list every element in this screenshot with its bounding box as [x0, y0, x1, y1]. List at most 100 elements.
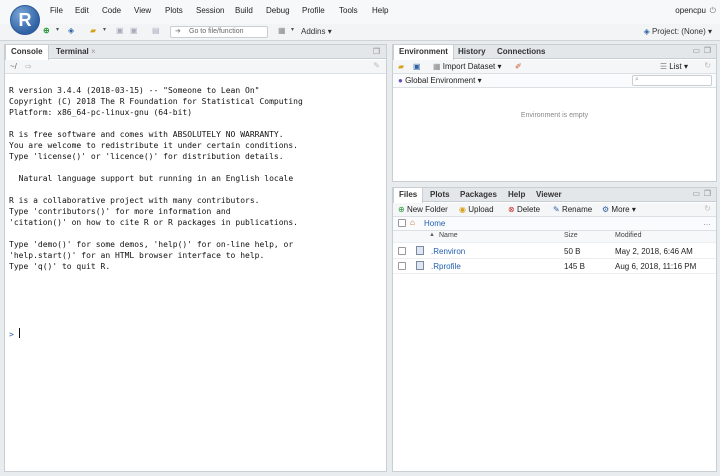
- menu-debug[interactable]: Debug: [266, 6, 290, 15]
- tab-packages[interactable]: Packages: [455, 188, 502, 202]
- environment-toolbar: ▰ ▣ ▦ Import Dataset ▾ ✐ ☰ List ▾ ↻: [393, 60, 716, 74]
- r-environment-icon: ●: [398, 76, 403, 85]
- import-dataset-button[interactable]: ▦ Import Dataset ▾: [433, 62, 502, 71]
- new-file-icon[interactable]: ⊕: [43, 26, 50, 35]
- new-project-icon[interactable]: ◈: [68, 26, 74, 35]
- column-name[interactable]: Name: [439, 232, 458, 239]
- new-folder-label: New Folder: [406, 205, 448, 214]
- console-path-bar: ~/ ⇨ ✎: [5, 60, 386, 74]
- upload-label: Upload: [468, 205, 494, 214]
- files-table-header: ▲ Name Size Modified: [393, 231, 716, 243]
- refresh-icon[interactable]: ↻: [704, 204, 711, 213]
- rename-button[interactable]: ✎ Rename: [553, 205, 592, 214]
- files-toolbar: ⊕ New Folder ◉ Upload ⊗ Delete ✎ Rename …: [393, 203, 716, 217]
- sort-asc-icon: ▲: [429, 232, 435, 238]
- addins-label: Addins: [301, 27, 326, 36]
- load-workspace-icon[interactable]: ▰: [398, 62, 404, 71]
- column-modified[interactable]: Modified: [615, 232, 641, 239]
- tab-environment[interactable]: Environment: [393, 45, 454, 60]
- project-label: Project: (None): [651, 27, 706, 36]
- tab-plots[interactable]: Plots: [425, 188, 455, 202]
- more-menu[interactable]: ⚙ More ▾: [602, 205, 636, 214]
- minimize-icon[interactable]: ▭: [692, 189, 700, 198]
- row-checkbox[interactable]: [398, 262, 406, 270]
- save-workspace-icon[interactable]: ▣: [413, 62, 421, 71]
- scope-menu[interactable]: ● Global Environment ▾: [398, 76, 482, 85]
- project-menu[interactable]: ◈ Project: (None) ▾: [644, 27, 712, 36]
- open-file-icon[interactable]: ▰: [90, 26, 96, 35]
- row-checkbox[interactable]: [398, 247, 406, 255]
- file-icon: [416, 246, 424, 255]
- environment-tabbar: Environment History Connections ▭ ❐: [393, 45, 716, 60]
- home-icon[interactable]: ⌂: [410, 218, 415, 227]
- delete-label: Delete: [516, 205, 541, 214]
- menu-tools[interactable]: Tools: [339, 6, 358, 15]
- goto-arrow-icon: ➜: [175, 28, 181, 35]
- maximize-icon[interactable]: ❐: [704, 46, 711, 55]
- menu-edit[interactable]: Edit: [75, 6, 89, 15]
- maximize-icon[interactable]: ❐: [373, 47, 380, 56]
- table-row: .Rprofile 145 B Aug 6, 2018, 11:16 PM: [393, 259, 716, 274]
- tab-files[interactable]: Files: [393, 188, 424, 203]
- delete-button[interactable]: ⊗ Delete: [508, 205, 540, 214]
- chevron-down-icon[interactable]: ▾: [103, 26, 106, 33]
- breadcrumb-home[interactable]: Home: [424, 219, 445, 228]
- files-pane: Files Plots Packages Help Viewer ▭ ❐ ⊕ N…: [392, 187, 717, 472]
- console-tabbar: Console Terminal × ❐: [5, 45, 386, 60]
- select-all-checkbox[interactable]: [398, 219, 406, 227]
- goto-placeholder: Go to file/function: [189, 28, 244, 35]
- tab-console[interactable]: Console: [5, 45, 49, 60]
- new-folder-button[interactable]: ⊕ New Folder: [398, 205, 448, 214]
- file-icon: [416, 261, 424, 270]
- chevron-down-icon[interactable]: ▾: [56, 26, 59, 33]
- console-output: R version 3.4.4 (2018-03-15) -- "Someone…: [9, 86, 303, 271]
- clear-console-icon[interactable]: ✎: [373, 61, 380, 70]
- tab-viewer[interactable]: Viewer: [531, 188, 567, 202]
- chevron-down-icon[interactable]: ▾: [291, 26, 294, 33]
- goto-dir-icon[interactable]: ⇨: [25, 62, 32, 71]
- menu-file[interactable]: File: [50, 6, 63, 15]
- view-mode-menu[interactable]: ☰ List ▾: [660, 62, 688, 71]
- console-cursor[interactable]: [19, 328, 20, 338]
- table-icon: ▦: [433, 62, 441, 71]
- menu-session[interactable]: Session: [196, 6, 224, 15]
- sign-out-icon[interactable]: ⏻: [710, 6, 716, 16]
- tab-history[interactable]: History: [453, 45, 491, 59]
- rstudio-logo-icon: R: [10, 5, 40, 35]
- column-size[interactable]: Size: [564, 232, 578, 239]
- goto-file-input[interactable]: ➜ Go to file/function: [170, 26, 268, 38]
- tab-connections[interactable]: Connections: [492, 45, 550, 59]
- console-pane: Console Terminal × ❐ ~/ ⇨ ✎ R version 3.…: [4, 44, 387, 472]
- upload-button[interactable]: ◉ Upload: [459, 205, 494, 214]
- files-tabbar: Files Plots Packages Help Viewer ▭ ❐: [393, 188, 716, 203]
- broom-icon[interactable]: ✐: [515, 62, 522, 71]
- minimize-icon[interactable]: ▭: [692, 46, 700, 55]
- menu-code[interactable]: Code: [102, 6, 121, 15]
- print-icon[interactable]: ▤: [152, 26, 160, 35]
- file-name[interactable]: .Renviron: [431, 247, 465, 256]
- more-label: More: [611, 205, 630, 214]
- addins-menu[interactable]: Addins ▾: [301, 27, 332, 36]
- menu-build[interactable]: Build: [235, 6, 253, 15]
- save-icon[interactable]: ▣: [116, 26, 124, 35]
- save-all-icon[interactable]: ▣: [130, 26, 138, 35]
- env-search-input[interactable]: ⌕: [632, 75, 712, 86]
- close-icon[interactable]: ×: [91, 47, 96, 56]
- project-icon: ◈: [643, 27, 650, 36]
- refresh-icon[interactable]: ↻: [704, 61, 711, 70]
- file-modified: May 2, 2018, 6:46 AM: [615, 247, 693, 256]
- file-size: 145 B: [564, 262, 585, 271]
- rename-icon: ✎: [553, 205, 560, 214]
- maximize-icon[interactable]: ❐: [704, 189, 711, 198]
- more-options-icon[interactable]: …: [703, 218, 711, 227]
- file-size: 50 B: [564, 247, 581, 256]
- menu-help[interactable]: Help: [372, 6, 388, 15]
- tab-terminal[interactable]: Terminal ×: [51, 45, 101, 59]
- menu-profile[interactable]: Profile: [302, 6, 325, 15]
- menu-view[interactable]: View: [134, 6, 151, 15]
- file-name[interactable]: .Rprofile: [431, 262, 461, 271]
- grid-layout-icon[interactable]: ▦: [278, 26, 286, 35]
- menu-plots[interactable]: Plots: [165, 6, 183, 15]
- tab-help[interactable]: Help: [503, 188, 530, 202]
- menu-bar: R File Edit Code View Plots Session Buil…: [0, 0, 720, 35]
